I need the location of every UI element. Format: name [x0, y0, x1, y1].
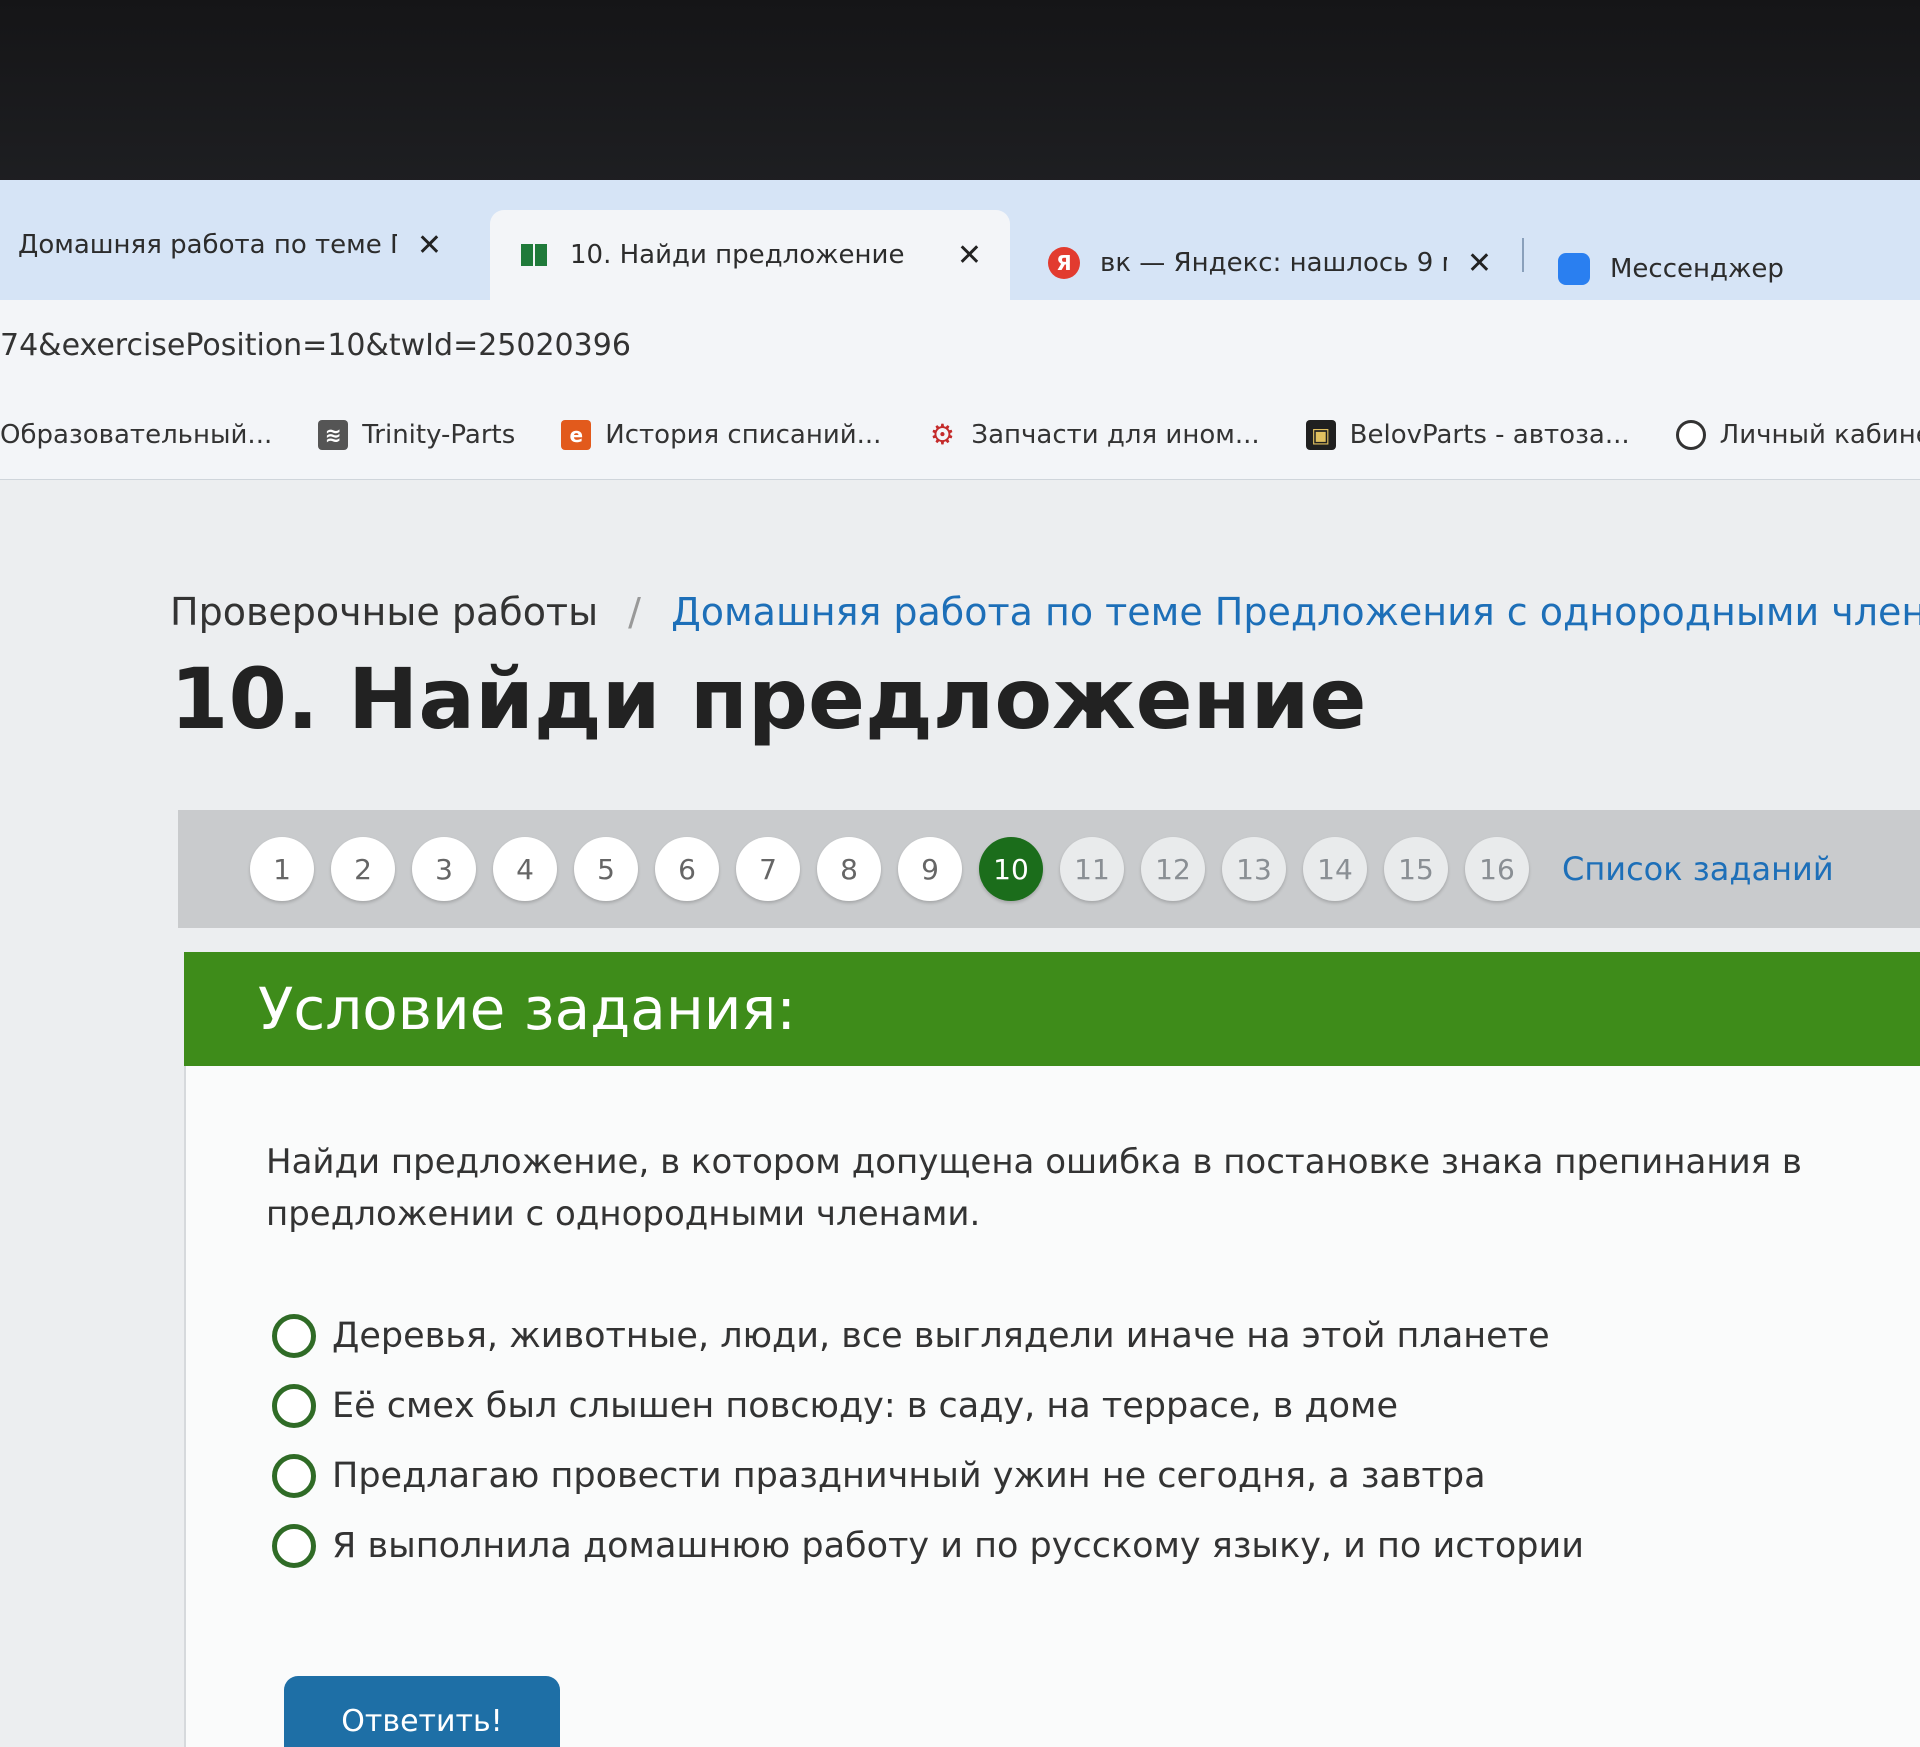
parts-icon: ⚙	[929, 418, 955, 451]
breadcrumb-root[interactable]: Проверочные работы	[170, 590, 598, 634]
page-button-13[interactable]: 13	[1222, 837, 1286, 901]
page-button-2[interactable]: 2	[331, 837, 395, 901]
address-bar[interactable]: 74&exercisePosition=10&twId=25020396	[0, 300, 1920, 390]
bookmark-label: BelovParts - автоза...	[1349, 419, 1630, 450]
page-button-11[interactable]: 11	[1060, 837, 1124, 901]
page-button-7[interactable]: 7	[736, 837, 800, 901]
page-content: Проверочные работы / Домашняя работа по …	[0, 480, 1920, 1747]
radio-button[interactable]	[272, 1314, 316, 1358]
tab-homework[interactable]: Домашняя работа по теме Пр ✕	[0, 202, 470, 288]
answer-options: Деревья, животные, люди, все выглядели и…	[272, 1301, 1584, 1581]
bookmark-label: Образовательный...	[0, 419, 273, 450]
address-url: 74&exercisePosition=10&twId=25020396	[0, 327, 631, 363]
page-button-14[interactable]: 14	[1303, 837, 1367, 901]
bookmark-trinity-parts[interactable]: ≋ Trinity-Parts	[318, 419, 516, 450]
tab-title: Домашняя работа по теме Пр	[18, 230, 397, 260]
task-list-link[interactable]: Список заданий	[1562, 850, 1834, 888]
answer-option[interactable]: Предлагаю провести праздничный ужин не с…	[272, 1441, 1584, 1511]
e-icon: e	[561, 419, 592, 450]
monitor-bezel	[0, 0, 1920, 190]
close-icon[interactable]: ✕	[417, 228, 442, 263]
answer-option[interactable]: Её смех был слышен повсюду: в саду, на т…	[272, 1371, 1584, 1441]
page-button-12[interactable]: 12	[1141, 837, 1205, 901]
messenger-icon	[1558, 253, 1590, 285]
yandex-icon: Я	[1048, 247, 1080, 279]
page-button-6[interactable]: 6	[655, 837, 719, 901]
breadcrumb-separator: /	[628, 590, 641, 634]
bookmark-parts[interactable]: ⚙ Запчасти для ином...	[927, 418, 1260, 451]
bookmark-label: Личный кабинет н...	[1719, 419, 1920, 450]
tab-yandex[interactable]: Я вк — Яндекс: нашлось 9 млн р ✕	[1020, 220, 1520, 306]
close-icon[interactable]: ✕	[1467, 246, 1492, 281]
tab-find-sentence[interactable]: 10. Найди предложение ✕	[490, 210, 1010, 300]
tab-title: вк — Яндекс: нашлось 9 млн р	[1100, 248, 1447, 278]
screen: Домашняя работа по теме Пр ✕ 10. Найди п…	[0, 180, 1920, 1747]
page-button-10[interactable]: 10	[979, 837, 1043, 901]
task-pager: 1 2 3 4 5 6 7 8 9 10 11 12 13 14 15 16 Список заданий	[178, 810, 1920, 928]
bookmark-account[interactable]: Личный кабинет н...	[1675, 419, 1920, 450]
page-button-8[interactable]: 8	[817, 837, 881, 901]
task-prompt: Найди предложение, в котором допущена ош…	[266, 1142, 1802, 1234]
book-icon	[518, 239, 550, 271]
page-button-16[interactable]: 16	[1465, 837, 1529, 901]
belov-icon: ▣	[1305, 419, 1336, 450]
option-label: Деревья, животные, люди, все выглядели и…	[332, 1316, 1550, 1356]
radio-button[interactable]	[272, 1384, 316, 1428]
option-label: Предлагаю провести праздничный ужин не с…	[332, 1456, 1486, 1496]
page-title: 10. Найди предложение	[170, 650, 1367, 748]
breadcrumb: Проверочные работы / Домашняя работа по …	[170, 590, 1920, 634]
page-button-1[interactable]: 1	[250, 837, 314, 901]
tab-title: Мессенджер	[1610, 254, 1784, 284]
close-icon[interactable]: ✕	[957, 238, 982, 273]
tab-strip: Домашняя работа по теме Пр ✕ 10. Найди п…	[0, 180, 1920, 300]
bookmark-label: Запчасти для ином...	[971, 419, 1260, 450]
page-button-4[interactable]: 4	[493, 837, 557, 901]
bookmark-education[interactable]: Образовательный...	[0, 420, 272, 450]
bookmark-label: История списаний...	[605, 419, 882, 450]
answer-option[interactable]: Деревья, животные, люди, все выглядели и…	[272, 1301, 1584, 1371]
radio-button[interactable]	[272, 1454, 316, 1498]
bookmark-belovparts[interactable]: ▣ BelovParts - автоза...	[1305, 419, 1630, 450]
page-button-3[interactable]: 3	[412, 837, 476, 901]
tab-divider	[1522, 238, 1524, 272]
radio-button[interactable]	[272, 1524, 316, 1568]
bookmark-history[interactable]: e История списаний...	[561, 419, 882, 450]
breadcrumb-current[interactable]: Домашняя работа по теме Предложения с од…	[671, 590, 1920, 634]
page-button-9[interactable]: 9	[898, 837, 962, 901]
task-card: Найди предложение, в котором допущена ош…	[184, 1066, 1920, 1747]
bookmarks-bar: Образовательный... ≋ Trinity-Parts e Ист…	[0, 390, 1920, 480]
option-label: Её смех был слышен повсюду: в саду, на т…	[332, 1386, 1398, 1426]
page-button-5[interactable]: 5	[574, 837, 638, 901]
option-label: Я выполнила домашнюю работу и по русском…	[332, 1526, 1584, 1566]
tab-title: 10. Найди предложение	[570, 240, 905, 270]
stack-icon: ≋	[318, 419, 349, 450]
answer-option[interactable]: Я выполнила домашнюю работу и по русском…	[272, 1511, 1584, 1581]
page-button-15[interactable]: 15	[1384, 837, 1448, 901]
submit-answer-button[interactable]: Ответить!	[284, 1676, 560, 1747]
bookmark-label: Trinity-Parts	[362, 419, 516, 450]
task-condition-header: Условие задания:	[184, 952, 1920, 1066]
account-icon	[1675, 419, 1706, 450]
